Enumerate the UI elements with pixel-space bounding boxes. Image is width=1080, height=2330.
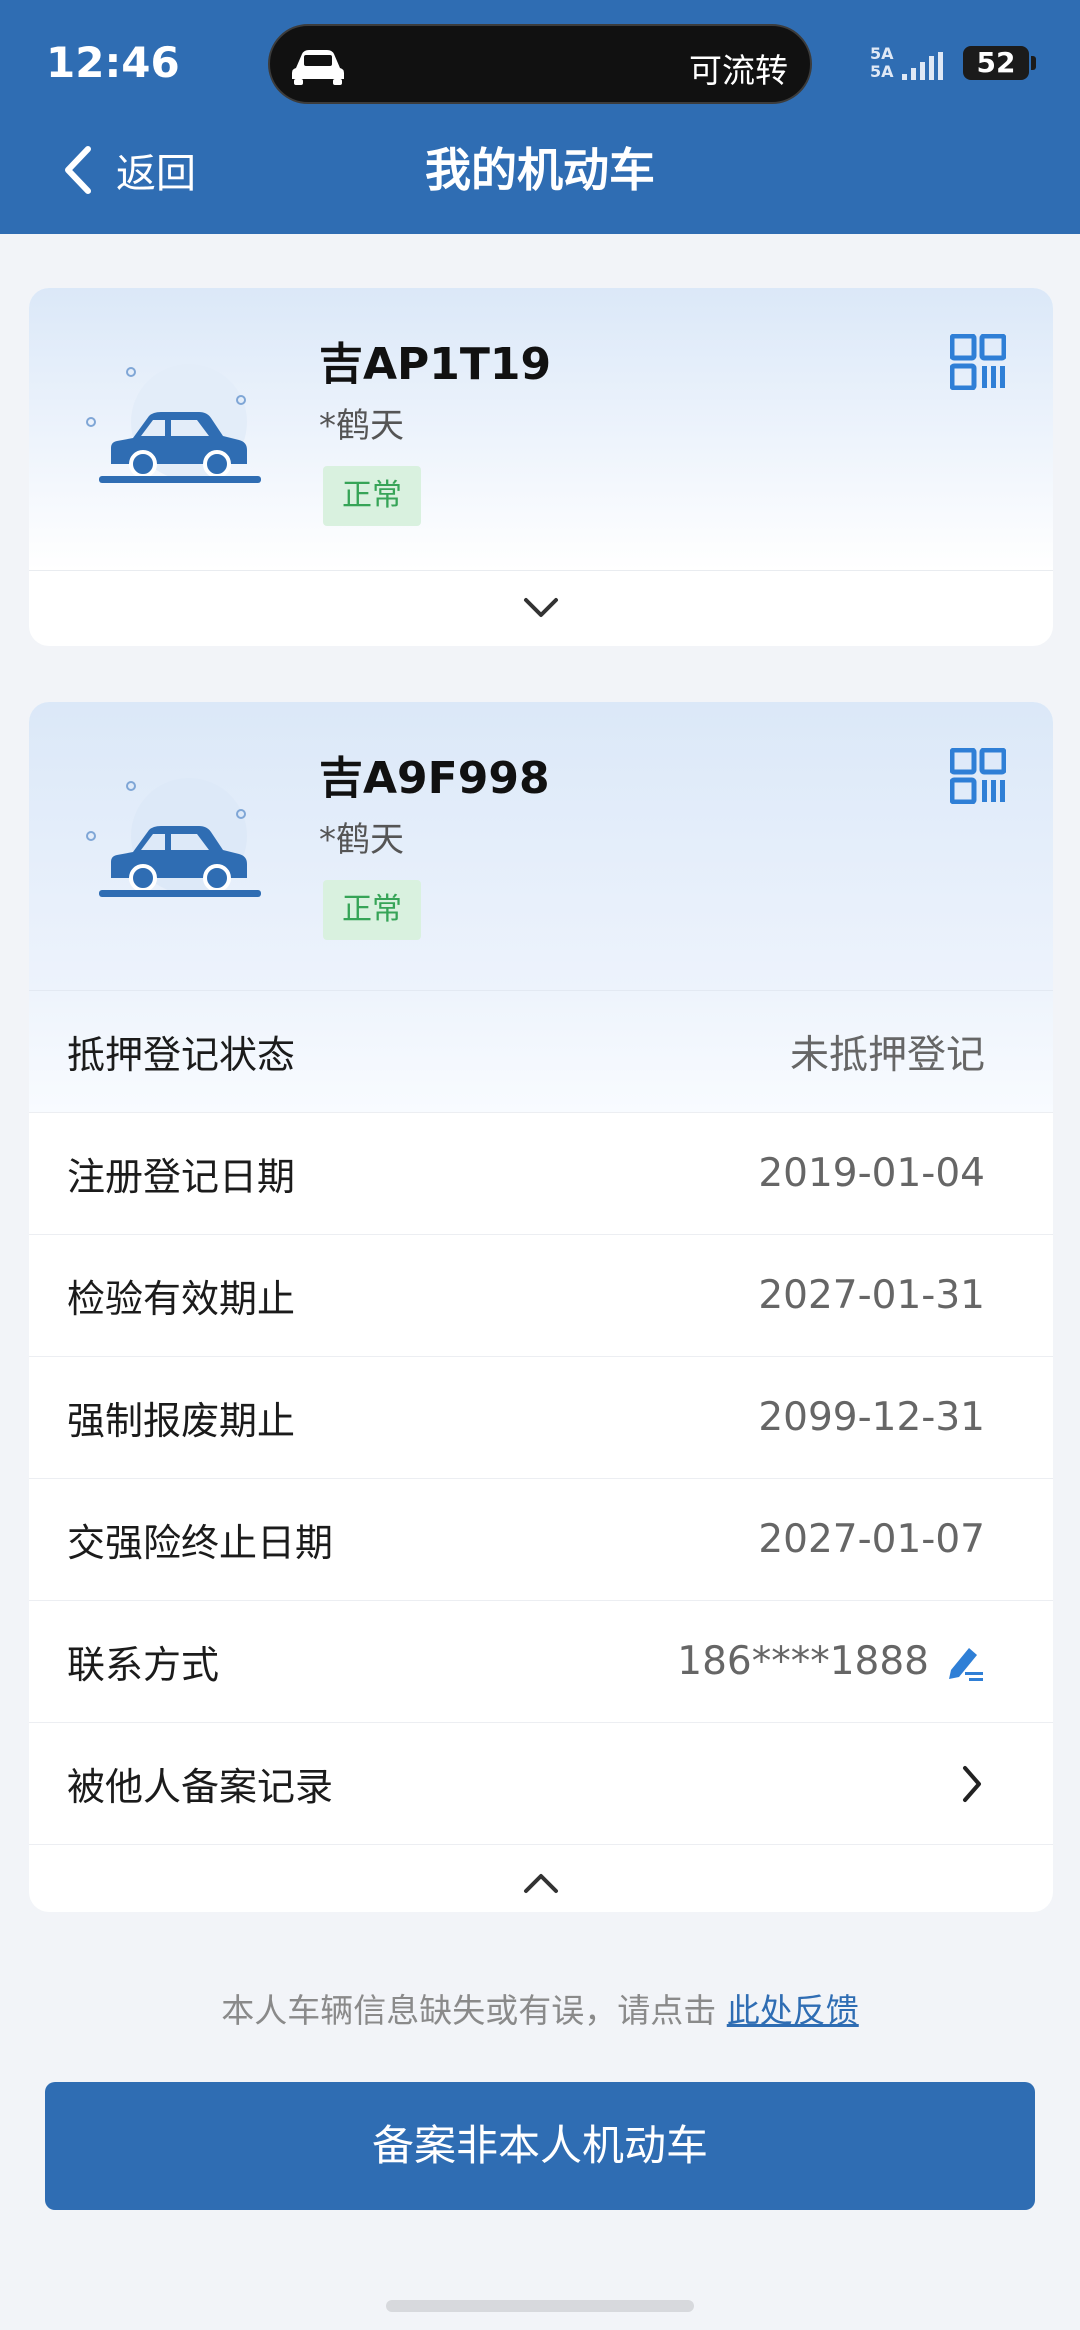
expand-toggle[interactable] <box>29 571 1053 645</box>
chevron-right-icon <box>963 1765 981 1802</box>
info-label: 强制报废期止 <box>67 1399 296 1443</box>
status-badge: 正常 <box>323 466 421 526</box>
chevron-up-icon <box>524 1873 558 1893</box>
info-label: 检验有效期止 <box>67 1277 296 1321</box>
battery-indicator: 52 <box>963 46 1029 80</box>
feedback-note: 本人车辆信息缺失或有误，请点击 此处反馈 <box>0 1984 1080 2032</box>
info-label: 联系方式 <box>67 1643 220 1687</box>
home-indicator[interactable] <box>386 2300 694 2312</box>
plate-number: 吉A9F998 <box>319 753 550 804</box>
dynamic-island[interactable]: 可流转 <box>268 24 812 104</box>
info-label: 被他人备案记录 <box>67 1765 334 1809</box>
signal-label-2: 5A <box>870 62 894 81</box>
info-label: 抵押登记状态 <box>67 1033 296 1077</box>
island-flow-label: 可流转 <box>689 51 788 90</box>
battery-tip <box>1031 56 1036 70</box>
info-row-contact[interactable]: 联系方式 186****1888 <box>29 1600 1053 1722</box>
car-illustration-icon <box>86 364 261 483</box>
plate-number: 吉AP1T19 <box>319 339 552 390</box>
vehicle-card[interactable]: 吉A9F998 *鹤天 正常 抵押登记状态 未抵押登记 注册登记日期 2019-… <box>29 702 1053 1912</box>
info-row-scrap-deadline: 强制报废期止 2099-12-31 <box>29 1356 1053 1478</box>
chevron-down-icon <box>524 598 558 617</box>
info-row-insurance-expiry: 交强险终止日期 2027-01-07 <box>29 1478 1053 1600</box>
status-time: 12:46 <box>46 38 180 87</box>
page-title: 我的机动车 <box>425 143 655 197</box>
collapse-toggle[interactable] <box>29 1844 1053 1912</box>
car-icon <box>292 50 344 85</box>
app-header: 12:46 可流转 5A 5A 52 返回 我的机动车 <box>0 0 1080 234</box>
info-value <box>959 1764 985 1804</box>
status-badge: 正常 <box>323 880 421 940</box>
info-row-mortgage-status: 抵押登记状态 未抵押登记 <box>29 990 1053 1112</box>
qr-code-icon[interactable] <box>950 334 1006 390</box>
info-label: 交强险终止日期 <box>67 1521 334 1565</box>
info-row-filing-records[interactable]: 被他人备案记录 <box>29 1722 1053 1844</box>
info-value: 2019-01-04 <box>758 1151 985 1196</box>
car-illustration-icon <box>86 778 261 897</box>
owner-name: *鹤天 <box>319 406 404 446</box>
info-value: 2027-01-31 <box>758 1273 985 1318</box>
info-row-registration-date: 注册登记日期 2019-01-04 <box>29 1112 1053 1234</box>
feedback-text: 本人车辆信息缺失或有误，请点击 <box>221 1991 717 2030</box>
signal-bars-icon <box>902 52 943 80</box>
info-label: 注册登记日期 <box>67 1155 296 1199</box>
info-value: 2099-12-31 <box>758 1395 985 1440</box>
signal-label-1: 5A <box>870 44 894 63</box>
info-value: 未抵押登记 <box>789 1032 985 1078</box>
owner-name: *鹤天 <box>319 820 404 860</box>
vehicle-card[interactable]: 吉AP1T19 *鹤天 正常 <box>29 288 1053 646</box>
phone-number: 186****1888 <box>677 1639 929 1684</box>
info-value: 2027-01-07 <box>758 1517 985 1562</box>
vehicle-card-header: 吉A9F998 *鹤天 正常 <box>29 702 1053 990</box>
vehicle-card-header: 吉AP1T19 *鹤天 正常 <box>29 288 1053 570</box>
register-other-vehicle-button[interactable]: 备案非本人机动车 <box>45 2082 1035 2210</box>
edit-icon[interactable] <box>943 1642 985 1682</box>
info-row-inspection-expiry: 检验有效期止 2027-01-31 <box>29 1234 1053 1356</box>
qr-code-icon[interactable] <box>950 748 1006 804</box>
signal-indicator: 5A 5A <box>870 44 948 84</box>
feedback-link[interactable]: 此处反馈 <box>727 1991 859 2030</box>
contact-value: 186****1888 <box>677 1639 985 1684</box>
